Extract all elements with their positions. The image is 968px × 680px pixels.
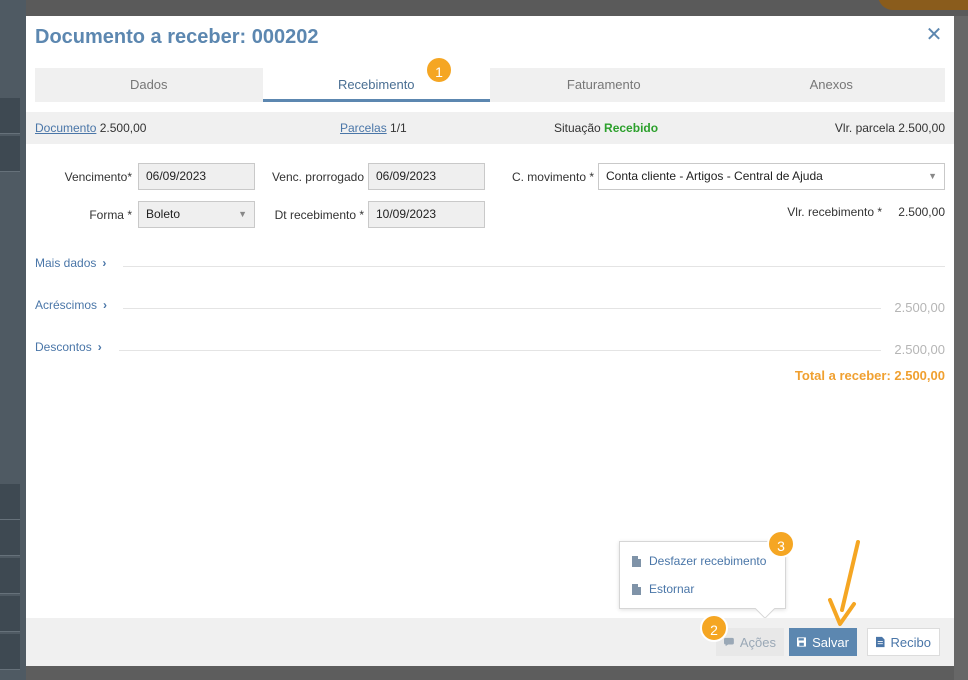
mais-dados-label: Mais dados bbox=[35, 256, 97, 270]
parcelas-info: Parcelas 1/1 bbox=[340, 121, 407, 135]
forma-label: Forma * bbox=[89, 208, 132, 222]
descontos-value: 2.500,00 bbox=[894, 342, 945, 357]
tab-faturamento[interactable]: Faturamento bbox=[490, 68, 718, 102]
acoes-label: Ações bbox=[739, 634, 776, 650]
tab-dados[interactable]: Dados bbox=[35, 68, 263, 102]
vlr-parcela-label: Vlr. parcela bbox=[834, 121, 895, 135]
descontos-section: Descontos › 2.500,00 bbox=[35, 340, 945, 360]
parcelas-value: 1/1 bbox=[390, 121, 407, 135]
save-icon bbox=[797, 637, 807, 647]
chevron-down-icon: ▼ bbox=[238, 209, 247, 219]
chevron-right-icon: › bbox=[97, 340, 102, 354]
tab-bar: Dados Recebimento Faturamento Anexos bbox=[35, 68, 945, 102]
salvar-label: Salvar bbox=[812, 634, 849, 650]
arrow-pointer-icon bbox=[828, 540, 860, 626]
desfazer-label: Desfazer recebimento bbox=[649, 554, 767, 568]
divider bbox=[123, 308, 881, 309]
situacao-info: Situação Recebido bbox=[554, 121, 658, 135]
modal-footer: Ações Salvar Recibo bbox=[26, 618, 954, 666]
vlr-parcela-value: 2.500,00 bbox=[898, 121, 945, 135]
documento-info: Documento 2.500,00 bbox=[35, 121, 146, 135]
parcelas-link[interactable]: Parcelas bbox=[340, 121, 387, 135]
vlr-recebimento-value: 2.500,00 bbox=[898, 205, 945, 219]
documento-link[interactable]: Documento bbox=[35, 121, 96, 135]
mais-dados-toggle[interactable]: Mais dados › bbox=[35, 256, 106, 270]
c-movimento-label: C. movimento * bbox=[511, 170, 594, 184]
recibo-button[interactable]: Recibo bbox=[867, 628, 940, 656]
forma-select[interactable]: Boleto ▼ bbox=[138, 201, 255, 228]
acrescimos-section: Acréscimos › 2.500,00 bbox=[35, 298, 945, 318]
acoes-popover: Desfazer recebimento Estornar bbox=[619, 541, 786, 619]
modal-title: Documento a receber: 000202 bbox=[35, 26, 319, 48]
chevron-right-icon: › bbox=[102, 256, 107, 270]
venc-prorrogado-label: Venc. prorrogado bbox=[271, 170, 364, 184]
step-badge-1: 1 bbox=[425, 56, 453, 84]
estornar-item[interactable]: Estornar bbox=[632, 582, 694, 596]
tab-anexos[interactable]: Anexos bbox=[718, 68, 946, 102]
acrescimos-toggle[interactable]: Acréscimos › bbox=[35, 298, 107, 312]
venc-prorrogado-field[interactable]: 06/09/2023 bbox=[368, 163, 485, 190]
desfazer-recebimento-item[interactable]: Desfazer recebimento bbox=[632, 554, 766, 568]
background-sidebar bbox=[0, 0, 26, 680]
vlr-parcela-info: Vlr. parcela 2.500,00 bbox=[835, 121, 945, 135]
documento-modal: Documento a receber: 000202 ✕ Dados Rece… bbox=[26, 16, 954, 666]
descontos-label: Descontos bbox=[35, 340, 92, 354]
document-icon bbox=[632, 583, 641, 595]
divider bbox=[119, 350, 881, 351]
situacao-status: Recebido bbox=[604, 121, 659, 135]
acrescimos-value: 2.500,00 bbox=[894, 300, 945, 315]
descontos-toggle[interactable]: Descontos › bbox=[35, 340, 102, 354]
recibo-label: Recibo bbox=[890, 634, 931, 650]
popover-arrow bbox=[755, 599, 775, 619]
c-movimento-value: Conta cliente - Artigos - Central de Aju… bbox=[606, 169, 823, 183]
background-header bbox=[26, 0, 968, 16]
info-bar: Documento 2.500,00 Parcelas 1/1 Situação… bbox=[26, 112, 954, 144]
estornar-label: Estornar bbox=[649, 582, 695, 596]
vlr-recebimento-label: Vlr. recebimento * bbox=[787, 205, 882, 219]
close-icon[interactable]: ✕ bbox=[924, 25, 944, 45]
vencimento-field[interactable]: 06/09/2023 bbox=[138, 163, 255, 190]
step-badge-2: 2 bbox=[700, 614, 728, 642]
comment-icon bbox=[724, 637, 734, 647]
background-badge bbox=[878, 0, 968, 10]
chevron-down-icon: ▼ bbox=[928, 171, 937, 181]
forma-value: Boleto bbox=[146, 207, 181, 221]
tab-recebimento[interactable]: Recebimento bbox=[262, 68, 490, 102]
dt-recebimento-label: Dt recebimento * bbox=[274, 208, 364, 222]
chevron-right-icon: › bbox=[103, 298, 108, 312]
divider bbox=[123, 266, 945, 267]
documento-value: 2.500,00 bbox=[99, 121, 147, 135]
c-movimento-select[interactable]: Conta cliente - Artigos - Central de Aju… bbox=[598, 163, 945, 190]
document-icon bbox=[632, 555, 641, 567]
salvar-button[interactable]: Salvar bbox=[789, 628, 857, 656]
background-content bbox=[954, 16, 968, 680]
vencimento-label: Vencimento* bbox=[64, 170, 132, 184]
dt-recebimento-field[interactable]: 10/09/2023 bbox=[368, 201, 485, 228]
mais-dados-section: Mais dados › bbox=[35, 256, 945, 276]
acrescimos-label: Acréscimos bbox=[35, 298, 98, 312]
total-a-receber: Total a receber: 2.500,00 bbox=[794, 368, 945, 383]
file-icon bbox=[876, 636, 885, 648]
situacao-label: Situação bbox=[554, 121, 601, 135]
step-badge-3: 3 bbox=[767, 530, 795, 558]
